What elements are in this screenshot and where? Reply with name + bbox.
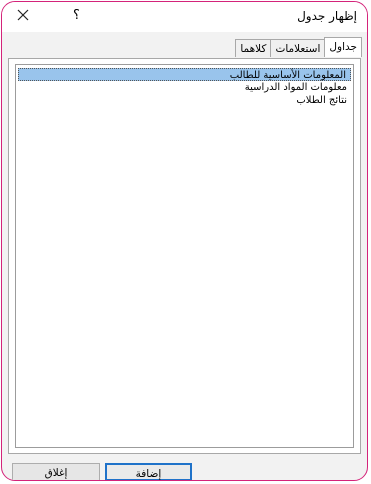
show-table-dialog: إظهار جدول ؟ جداول استعلامات كلاهما المع…	[1, 1, 368, 481]
tab-queries[interactable]: استعلامات	[270, 39, 326, 57]
dialog-title: إظهار جدول	[297, 9, 357, 23]
list-item-course-info[interactable]: معلومات المواد الدراسية	[18, 81, 351, 94]
list-item-student-basic-info[interactable]: المعلومات الأساسية للطالب	[18, 68, 351, 81]
close-icon[interactable]	[15, 7, 31, 23]
close-button[interactable]: إغلاق	[12, 463, 100, 480]
add-button[interactable]: إضافة	[105, 463, 192, 480]
tab-panel: المعلومات الأساسية للطالب معلومات المواد…	[8, 58, 361, 454]
list-item-student-results[interactable]: نتائج الطلاب	[18, 94, 351, 107]
help-button[interactable]: ؟	[73, 8, 80, 23]
tab-tables[interactable]: جداول	[324, 37, 362, 57]
title-bar: إظهار جدول ؟	[2, 2, 367, 32]
tab-both[interactable]: كلاهما	[235, 39, 272, 57]
table-listbox[interactable]: المعلومات الأساسية للطالب معلومات المواد…	[15, 64, 354, 448]
tab-strip: جداول استعلامات كلاهما	[235, 37, 362, 57]
